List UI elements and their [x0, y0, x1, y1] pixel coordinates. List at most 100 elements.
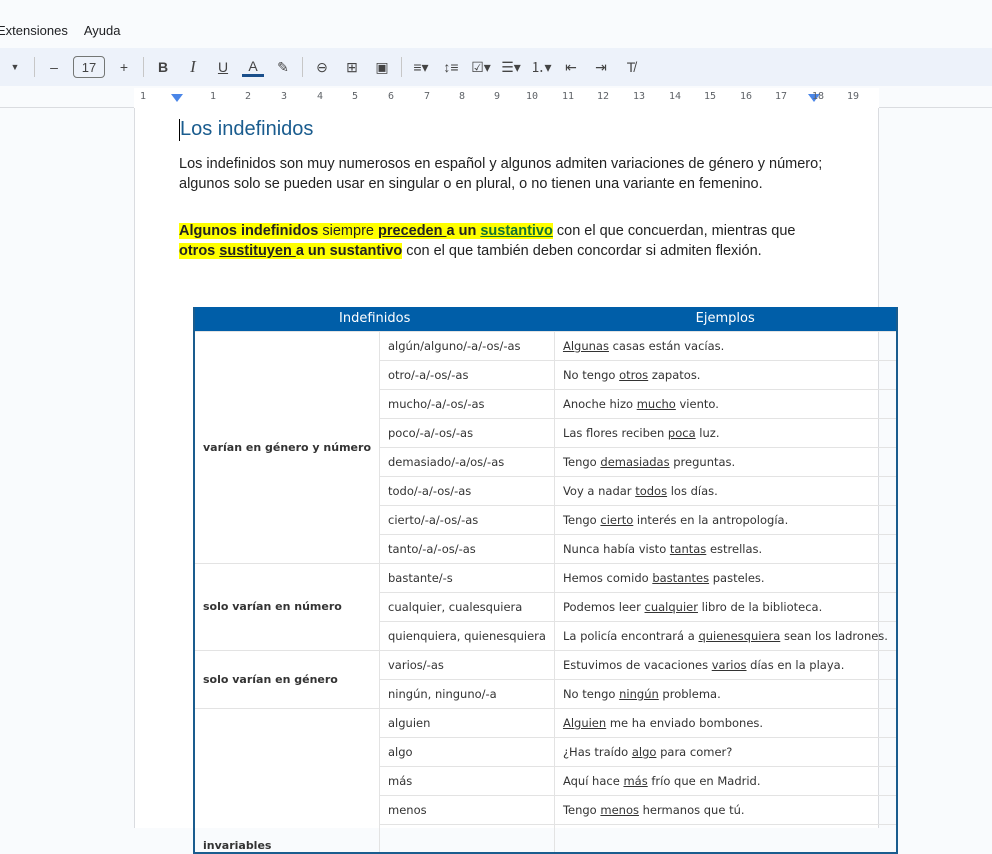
- example-text: me ha enviado bombones.: [606, 715, 764, 730]
- ruler-number: 16: [740, 91, 753, 102]
- checklist-icon[interactable]: ☑▾: [470, 53, 492, 81]
- ruler-number: 3: [281, 91, 288, 102]
- table-row: solo varían en género varios/-as Estuvimos…: [193, 649, 898, 709]
- ruler-number: 13: [633, 91, 646, 102]
- example-cell: Anoche hizo mucho viento.: [553, 388, 898, 419]
- indefinido-form: bastante/-s: [379, 562, 555, 593]
- ruler-number: 18: [812, 91, 825, 102]
- example-text: Tengo: [562, 512, 601, 527]
- italic-button[interactable]: I: [182, 53, 204, 81]
- divider: [401, 57, 402, 77]
- link-icon[interactable]: ⊖: [311, 53, 333, 81]
- increase-indent-icon[interactable]: ⇥: [590, 53, 612, 81]
- text-run: a un sustantivo: [295, 243, 403, 259]
- indefinido-form: cierto/-a/-os/-as: [379, 504, 555, 535]
- example-cell: No tengo ningún problema.: [553, 678, 898, 709]
- example-text: zapatos.: [648, 367, 701, 382]
- ruler-number: 1: [210, 91, 217, 102]
- ruler[interactable]: 1 1 2 3 4 5 6 7 8 9 10 11 12 13 14 15 16 17 18 19: [0, 88, 992, 108]
- text-run: sustantivo: [480, 223, 553, 239]
- ruler-number: 2: [245, 91, 252, 102]
- underlined-word: más: [623, 773, 648, 788]
- ruler-number: 15: [704, 91, 717, 102]
- ruler-number: 11: [562, 91, 575, 102]
- increase-font-size-button[interactable]: +: [113, 53, 135, 81]
- menu-ayuda[interactable]: Ayuda: [84, 23, 121, 38]
- example-text: Tengo: [562, 802, 601, 817]
- underline-button[interactable]: U: [212, 53, 234, 81]
- text-run: a un: [446, 223, 481, 239]
- example-cell: Las flores reciben poca luz.: [553, 417, 898, 448]
- example-text: Las flores reciben: [562, 425, 668, 440]
- example-text: Tengo: [562, 454, 601, 469]
- clear-formatting-icon[interactable]: T̸: [620, 53, 642, 81]
- bold-button[interactable]: B: [152, 53, 174, 81]
- group-label: invariables: [193, 707, 380, 854]
- example-text: No tengo: [562, 367, 620, 382]
- underlined-word: quienesquiera: [698, 628, 781, 643]
- example-text: días en la playa.: [746, 657, 845, 672]
- text-color-button[interactable]: A: [242, 57, 264, 77]
- example-cell: Algunas casas están vacías.: [553, 330, 898, 361]
- ruler-number: 10: [526, 91, 539, 102]
- example-cell: Aquí hace más frío que en Madrid.: [553, 765, 898, 796]
- example-text: Estuvimos de vacaciones: [562, 657, 712, 672]
- example-cell: Tengo demasiadas preguntas.: [553, 446, 898, 477]
- decrease-font-size-button[interactable]: –: [43, 53, 65, 81]
- divider: [143, 57, 144, 77]
- ruler-number: 12: [597, 91, 610, 102]
- example-cell: [553, 823, 898, 854]
- example-text: Nunca había visto: [562, 541, 670, 556]
- example-text: Anoche hizo: [562, 396, 637, 411]
- align-left-icon[interactable]: ≡▾: [410, 53, 432, 81]
- indefinido-form: otro/-a/-os/-as: [379, 359, 555, 390]
- example-text: Hemos comido: [562, 570, 653, 585]
- decrease-indent-icon[interactable]: ⇤: [560, 53, 582, 81]
- add-comment-icon[interactable]: ⊞: [341, 53, 363, 81]
- heading-text: Los indefinidos: [180, 118, 314, 140]
- font-dropdown-chevron-icon[interactable]: ▼: [4, 53, 26, 81]
- underlined-word: algo: [631, 744, 657, 759]
- underlined-word: Algunas: [562, 338, 609, 353]
- document-heading: Los indefinidos: [179, 118, 313, 141]
- example-cell: Nunca había visto tantas estrellas.: [553, 533, 898, 564]
- underlined-word: ningún: [619, 686, 659, 701]
- ruler-number: 19: [847, 91, 860, 102]
- insert-image-icon[interactable]: ▣: [371, 53, 393, 81]
- left-indent-marker[interactable]: [171, 94, 183, 102]
- header-ejemplos: Ejemplos: [554, 307, 897, 331]
- example-text: frío que en Madrid.: [647, 773, 761, 788]
- example-text: problema.: [658, 686, 721, 701]
- example-cell: No tengo otros zapatos.: [553, 359, 898, 390]
- underlined-word: cierto: [600, 512, 634, 527]
- example-text: Aquí hace: [562, 773, 624, 788]
- ruler-number: 6: [388, 91, 395, 102]
- indefinido-form: todo/-a/-os/-as: [379, 475, 555, 506]
- indefinido-form: varios/-as: [379, 649, 555, 680]
- text-run: con el que concuerdan, mientras que: [552, 223, 796, 239]
- example-cell: Tengo menos hermanos que tú.: [553, 794, 898, 825]
- ruler-number: 17: [775, 91, 788, 102]
- bulleted-list-icon[interactable]: ☰▾: [500, 53, 522, 81]
- example-text: sean los ladrones.: [780, 628, 888, 643]
- highlight-pen-icon[interactable]: ✎: [272, 53, 294, 81]
- example-text: viento.: [675, 396, 719, 411]
- ruler-number: 8: [459, 91, 466, 102]
- line-spacing-icon[interactable]: ↕≡: [440, 53, 462, 81]
- ruler-number: 9: [494, 91, 501, 102]
- underlined-word: menos: [600, 802, 639, 817]
- paragraph-1: Los indefinidos son muy numerosos en esp…: [179, 156, 823, 192]
- example-cell: Voy a nadar todos los días.: [553, 475, 898, 506]
- underlined-word: demasiadas: [600, 454, 670, 469]
- text-run: preceden: [378, 223, 447, 239]
- example-text: interés en la antropología.: [633, 512, 789, 527]
- example-cell: Podemos leer cualquier libro de la bibli…: [553, 591, 898, 622]
- example-text: para comer?: [656, 744, 733, 759]
- numbered-list-icon[interactable]: ⒈▾: [530, 53, 552, 81]
- menu-extensiones[interactable]: Extensiones: [0, 23, 68, 38]
- divider: [302, 57, 303, 77]
- font-size-input[interactable]: 17: [73, 56, 105, 78]
- text-run: siempre: [318, 223, 378, 239]
- example-text: No tengo: [562, 686, 620, 701]
- underlined-word: bastantes: [652, 570, 710, 585]
